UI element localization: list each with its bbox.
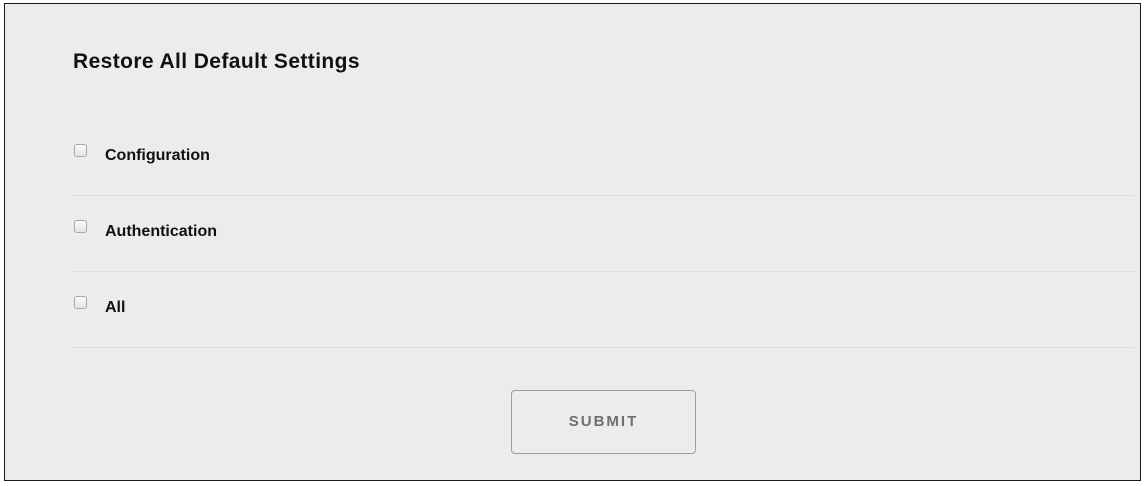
- restore-defaults-panel: Restore All Default Settings Configurati…: [4, 3, 1141, 481]
- configuration-label[interactable]: Configuration: [105, 147, 210, 165]
- configuration-checkbox[interactable]: [74, 144, 87, 157]
- all-label[interactable]: All: [105, 299, 125, 317]
- authentication-label[interactable]: Authentication: [105, 223, 217, 241]
- authentication-checkbox[interactable]: [74, 220, 87, 233]
- option-row-authentication: Authentication: [72, 196, 1134, 272]
- option-row-all: All: [72, 272, 1134, 348]
- submit-button[interactable]: SUBMIT: [511, 390, 696, 454]
- page-title: Restore All Default Settings: [73, 50, 360, 73]
- all-checkbox[interactable]: [74, 296, 87, 309]
- option-row-configuration: Configuration: [72, 120, 1134, 196]
